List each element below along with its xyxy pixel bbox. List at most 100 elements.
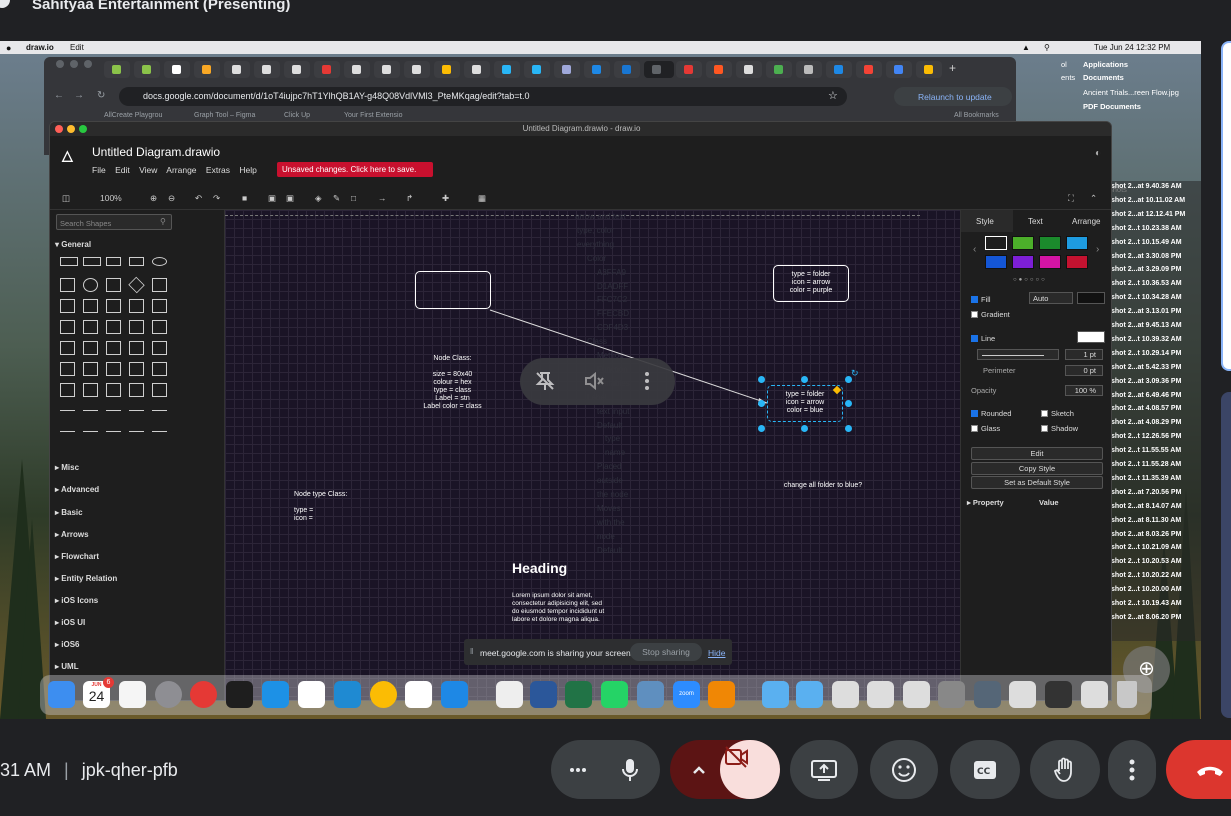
shape-tool[interactable] <box>106 362 121 376</box>
shape-tool[interactable] <box>106 320 121 334</box>
shape-tool[interactable] <box>60 410 75 411</box>
video-options-icon[interactable] <box>692 765 706 775</box>
mac-menu-edit[interactable]: Edit <box>70 43 84 52</box>
category-advanced[interactable]: ▸ Advanced <box>55 485 99 494</box>
doc-thumb-icon[interactable] <box>903 681 930 708</box>
finder-icon[interactable] <box>48 681 75 708</box>
drawio-zoom-button[interactable] <box>79 125 87 133</box>
shape-tool[interactable] <box>129 383 144 397</box>
shape-tool[interactable] <box>83 431 98 432</box>
line-color-button[interactable] <box>1077 331 1105 343</box>
shape-tool[interactable] <box>129 299 144 313</box>
search-icon[interactable]: ⚲ <box>1044 43 1050 52</box>
copy-style-button[interactable]: Copy Style <box>971 462 1103 475</box>
present-screen-button[interactable] <box>790 740 858 799</box>
audio-options-icon[interactable] <box>570 767 586 773</box>
browser-tab[interactable] <box>464 61 490 78</box>
fullscreen-icon[interactable]: ⛶ <box>1068 193 1074 204</box>
category-ios-ui[interactable]: ▸ iOS UI <box>55 618 85 627</box>
screenshot-file-item[interactable]: shot 2...t 10.20.00 AM <box>1111 586 1182 593</box>
preview-icon[interactable] <box>637 681 664 708</box>
menu-extras[interactable]: Extras <box>206 165 230 175</box>
shape-tool[interactable] <box>106 278 121 292</box>
heading-text[interactable]: Heading <box>512 560 567 576</box>
set-default-style-button[interactable]: Set as Default Style <box>971 476 1103 489</box>
more-options-button[interactable] <box>1108 740 1156 799</box>
finder-item[interactable]: Ancient Trials...reen Flow.jpg <box>1083 88 1179 97</box>
browser-tab[interactable] <box>886 61 912 78</box>
resize-handle[interactable] <box>845 400 852 407</box>
shape-tool[interactable] <box>60 383 75 397</box>
browser-tab[interactable] <box>676 61 702 78</box>
finder-item[interactable]: PDF Documents <box>1083 102 1141 111</box>
to-front-icon[interactable]: ▣ <box>268 193 276 204</box>
format-panel-icon[interactable]: ◫ <box>62 193 70 204</box>
browser-tab[interactable] <box>374 61 400 78</box>
bookmark-star-icon[interactable]: ☆ <box>828 89 838 102</box>
fill-color-button[interactable] <box>1077 292 1105 304</box>
screenshot-file-item[interactable]: shot 2...t 10.23.38 AM <box>1111 225 1182 232</box>
camera-toggle-button[interactable] <box>720 740 780 799</box>
menu-help[interactable]: Help <box>239 165 256 175</box>
category-misc[interactable]: ▸ Misc <box>55 463 79 472</box>
shape-tool[interactable] <box>152 299 167 313</box>
screenshot-file-item[interactable]: shot 2...t 10.15.49 AM <box>1111 239 1182 246</box>
screenshot-file-item[interactable]: shot 2...at 3.13.01 PM <box>1111 308 1181 315</box>
shape-tool[interactable] <box>83 383 98 397</box>
tab-text[interactable]: Text <box>1028 217 1043 226</box>
zoom-level[interactable]: 100% <box>100 193 122 203</box>
doc-thumb-icon[interactable] <box>1045 681 1072 708</box>
screenshot-file-item[interactable]: shot 2...t 10.36.53 AM <box>1111 280 1182 287</box>
screenshot-file-item[interactable]: shot 2...at 3.29.09 PM <box>1111 266 1181 273</box>
folder-icon[interactable] <box>796 681 823 708</box>
category-basic[interactable]: ▸ Basic <box>55 508 83 517</box>
shape-tool[interactable] <box>152 341 167 355</box>
browser-tab[interactable] <box>766 61 792 78</box>
shape-tool[interactable] <box>83 278 98 292</box>
browser-tab[interactable] <box>314 61 340 78</box>
textedit-icon[interactable] <box>496 681 523 708</box>
pycharm-icon[interactable] <box>441 681 468 708</box>
shape-tool[interactable] <box>106 299 121 313</box>
reactions-button[interactable] <box>870 740 938 799</box>
browser-tab[interactable] <box>254 61 280 78</box>
downloads-folder-icon[interactable] <box>762 681 789 708</box>
screenshot-file-item[interactable]: shot 2...t 10.39.32 AM <box>1111 336 1182 343</box>
tab-arrange[interactable]: Arrange <box>1072 217 1100 226</box>
mac-app-name[interactable]: draw.io <box>26 43 54 52</box>
hide-button[interactable]: Hide <box>708 648 725 658</box>
doc-thumb-icon[interactable] <box>938 681 965 708</box>
fill-mode-select[interactable]: Auto <box>1029 292 1073 304</box>
bookmark-item[interactable]: All Bookmarks <box>954 112 999 119</box>
shape-tool[interactable] <box>129 362 144 376</box>
glass-checkbox[interactable]: Glass <box>971 424 1000 433</box>
browser-tab[interactable] <box>164 61 190 78</box>
browser-tab[interactable] <box>434 61 460 78</box>
terminal-icon[interactable] <box>226 681 253 708</box>
category-ios-icons[interactable]: ▸ iOS Icons <box>55 596 98 605</box>
screenshot-file-item[interactable]: shot 2...at 6.49.46 PM <box>1111 392 1181 399</box>
category-ios6[interactable]: ▸ iOS6 <box>55 640 79 649</box>
color-swatch[interactable] <box>1012 236 1034 250</box>
shape-tool[interactable] <box>106 410 121 411</box>
screenshot-file-item[interactable]: shot 2...t 11.35.39 AM <box>1111 475 1181 482</box>
stop-sharing-button[interactable]: Stop sharing <box>630 643 702 661</box>
perimeter-input[interactable]: 0 pt <box>1065 365 1103 376</box>
shape-tool[interactable] <box>152 362 167 376</box>
table-icon[interactable]: ▦ <box>478 193 486 204</box>
browser-tab[interactable] <box>224 61 250 78</box>
more-options-icon[interactable] <box>643 370 651 392</box>
browser-tab[interactable] <box>736 61 762 78</box>
shape-tool[interactable] <box>60 257 78 266</box>
waypoints-icon[interactable]: ↱ <box>406 193 413 204</box>
shape-tool[interactable] <box>83 410 98 411</box>
screenshot-file-item[interactable]: shot 2...at 9.40.36 AM <box>1111 183 1182 190</box>
mute-audio-icon[interactable] <box>583 370 605 392</box>
browser-tab[interactable] <box>584 61 610 78</box>
fill-color-icon[interactable]: ◈ <box>315 193 322 204</box>
screenshot-file-item[interactable]: shot 2...at 8.03.26 PM <box>1111 531 1181 538</box>
finder-sidebar-item[interactable]: ents <box>1061 73 1075 82</box>
color-swatch[interactable] <box>1066 255 1088 269</box>
screenshot-file-item[interactable]: shot 2...at 4.08.57 PM <box>1111 405 1181 412</box>
property-header[interactable]: ▸ Property <box>967 498 1004 507</box>
